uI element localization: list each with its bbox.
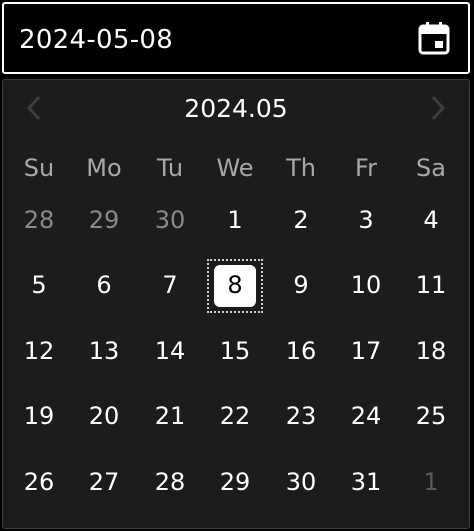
day-cell[interactable]: 2: [273, 194, 329, 246]
day-cell[interactable]: 30: [142, 194, 198, 246]
day-number: 16: [285, 337, 317, 365]
day-number: 15: [219, 337, 251, 365]
day-number: 1: [227, 206, 243, 234]
day-cell[interactable]: 3: [338, 194, 394, 246]
day-cell[interactable]: 1: [207, 194, 263, 246]
day-number: 14: [154, 337, 186, 365]
day-number: 30: [154, 206, 186, 234]
day-number: 17: [350, 337, 382, 365]
weekday-header: Su Mo Tu We Th Fr Sa: [3, 150, 469, 186]
day-cell[interactable]: 1: [403, 456, 459, 508]
day-number: 21: [154, 402, 186, 430]
day-cell[interactable]: 28: [142, 456, 198, 508]
day-number: 28: [23, 206, 55, 234]
day-cell[interactable]: 23: [273, 390, 329, 442]
day-cell[interactable]: 19: [11, 390, 67, 442]
day-cell[interactable]: 9: [273, 259, 329, 311]
day-cell[interactable]: 26: [11, 456, 67, 508]
day-cell[interactable]: 24: [338, 390, 394, 442]
day-cell[interactable]: 4: [403, 194, 459, 246]
day-number: 30: [285, 468, 317, 496]
day-cell[interactable]: 27: [76, 456, 132, 508]
day-cell[interactable]: 29: [76, 194, 132, 246]
day-number: 1: [423, 468, 439, 496]
day-cell-selected[interactable]: 8: [207, 259, 263, 313]
day-cell[interactable]: 11: [403, 259, 459, 311]
weekday-label: Tu: [156, 154, 184, 182]
day-number: 3: [358, 206, 374, 234]
day-cell[interactable]: 13: [76, 325, 132, 377]
calendar-button[interactable]: [416, 20, 452, 56]
day-number: 26: [23, 468, 55, 496]
day-number: 25: [415, 402, 447, 430]
day-number: 7: [162, 271, 178, 299]
day-number: 22: [219, 402, 251, 430]
weekday-label: Th: [286, 154, 316, 182]
weekday-label: Sa: [416, 154, 446, 182]
day-cell[interactable]: 10: [338, 259, 394, 311]
date-input[interactable]: 2024-05-08: [2, 2, 470, 74]
day-number: 6: [96, 271, 112, 299]
next-month-button[interactable]: [419, 90, 455, 126]
day-cell[interactable]: 5: [11, 259, 67, 311]
day-number: 27: [88, 468, 120, 496]
day-cell[interactable]: 16: [273, 325, 329, 377]
day-number: 5: [31, 271, 47, 299]
day-number: 9: [293, 271, 309, 299]
date-input-value: 2024-05-08: [19, 25, 174, 55]
day-number: 2: [293, 206, 309, 234]
day-cell[interactable]: 12: [11, 325, 67, 377]
day-number: 20: [88, 402, 120, 430]
day-cell[interactable]: 18: [403, 325, 459, 377]
day-number: 19: [23, 402, 55, 430]
weekday-label: We: [216, 154, 254, 182]
day-cell[interactable]: 21: [142, 390, 198, 442]
day-cell[interactable]: 7: [142, 259, 198, 311]
day-cell[interactable]: 25: [403, 390, 459, 442]
day-number: 8: [227, 271, 243, 299]
day-number: 13: [88, 337, 120, 365]
day-number: 10: [350, 271, 382, 299]
day-number: 11: [415, 271, 447, 299]
calendar-icon: [418, 22, 450, 55]
day-cell[interactable]: 20: [76, 390, 132, 442]
day-number: 4: [423, 206, 439, 234]
day-cell[interactable]: 22: [207, 390, 263, 442]
day-cell[interactable]: 29: [207, 456, 263, 508]
day-cell[interactable]: 15: [207, 325, 263, 377]
day-cell[interactable]: 14: [142, 325, 198, 377]
month-title[interactable]: 2024.05: [3, 94, 469, 124]
day-number: 23: [285, 402, 317, 430]
chevron-right-icon: [431, 95, 446, 121]
weekday-label: Fr: [355, 154, 377, 182]
day-number: 29: [219, 468, 251, 496]
day-number: 24: [350, 402, 382, 430]
day-cell[interactable]: 17: [338, 325, 394, 377]
day-number: 12: [23, 337, 55, 365]
weekday-label: Su: [23, 154, 55, 182]
day-cell[interactable]: 31: [338, 456, 394, 508]
day-cell[interactable]: 30: [273, 456, 329, 508]
calendar-popup: 2024.05 Su Mo Tu We Th Fr Sa 28 29 30 1 2 3 4 5 6 7 8 9 10…: [2, 79, 470, 529]
day-cell[interactable]: 6: [76, 259, 132, 311]
day-number: 28: [154, 468, 186, 496]
day-number: 31: [350, 468, 382, 496]
day-cell[interactable]: 28: [11, 194, 67, 246]
day-number: 29: [88, 206, 120, 234]
day-number: 18: [415, 337, 447, 365]
weekday-label: Mo: [86, 154, 122, 182]
